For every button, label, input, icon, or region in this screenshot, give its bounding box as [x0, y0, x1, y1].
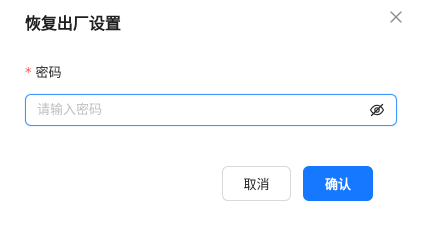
password-label-text: 密码: [35, 66, 62, 81]
password-input[interactable]: [37, 95, 357, 125]
cancel-button[interactable]: 取消: [222, 166, 291, 201]
confirm-button[interactable]: 确认: [303, 166, 373, 201]
required-mark: *: [25, 66, 32, 81]
eye-slash-icon[interactable]: [369, 102, 385, 118]
password-field-label: * 密码: [25, 65, 62, 83]
password-input-wrapper: [25, 94, 397, 126]
dialog-title: 恢复出厂设置: [25, 14, 122, 33]
close-icon[interactable]: [389, 9, 403, 23]
reset-factory-dialog: 恢复出厂设置 * 密码 取消 确认: [0, 0, 421, 234]
